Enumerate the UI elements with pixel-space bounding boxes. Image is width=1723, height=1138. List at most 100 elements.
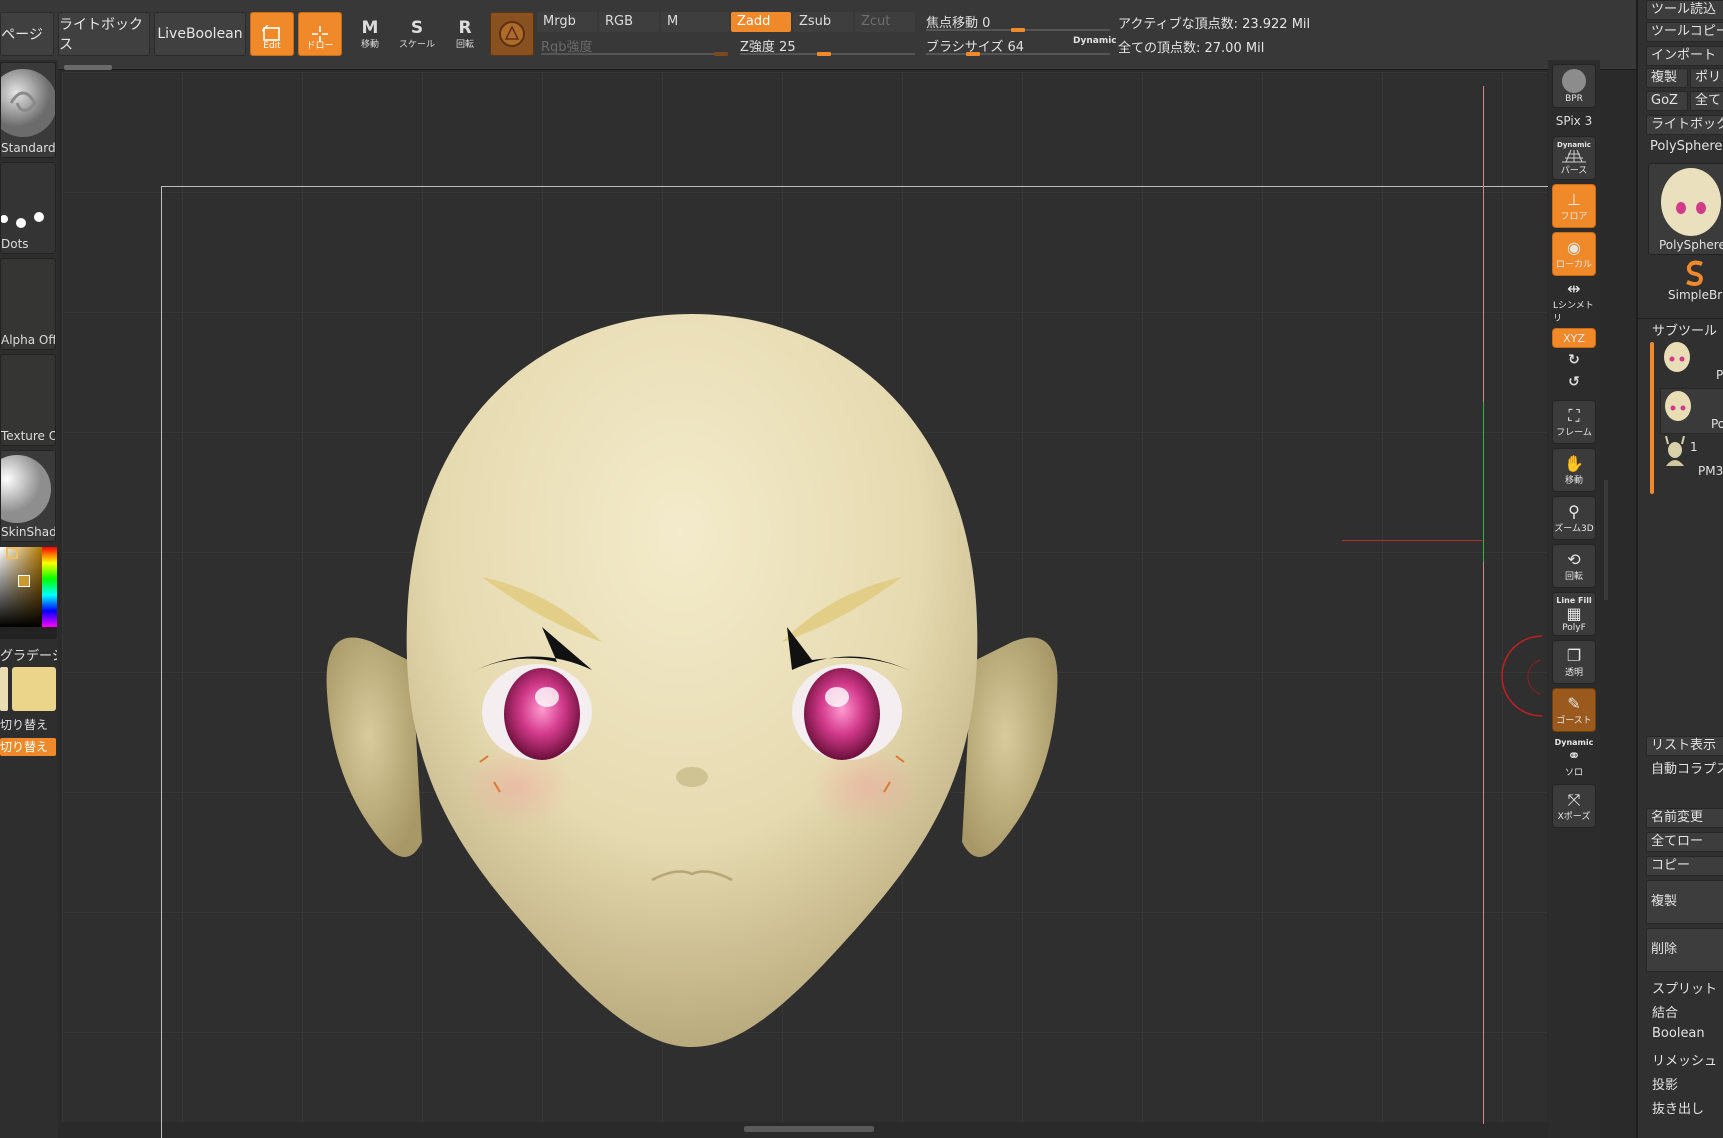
- copy-button[interactable]: コピー: [1646, 856, 1723, 876]
- dots-stroke-icon: [1, 212, 44, 228]
- import-button[interactable]: インポート: [1646, 46, 1723, 66]
- panel-divider: [1638, 318, 1723, 319]
- list-all-button[interactable]: リスト表示: [1646, 736, 1723, 756]
- bottom-tray-handle[interactable]: [744, 1126, 874, 1132]
- xyz-rotate-button[interactable]: XYZ: [1552, 328, 1596, 348]
- boolean-button[interactable]: Boolean: [1652, 1026, 1705, 1041]
- rgb-toggle[interactable]: RGB: [599, 12, 659, 32]
- texture-thumbnail[interactable]: Texture Off: [0, 354, 56, 446]
- color-saturation-field[interactable]: [0, 547, 42, 627]
- extract-button[interactable]: 抜き出し: [1652, 1098, 1704, 1117]
- rgb-intensity-slider[interactable]: [541, 53, 727, 55]
- goz-all-button[interactable]: 全て: [1690, 91, 1723, 111]
- split-button[interactable]: スプリット: [1652, 978, 1717, 997]
- duplicate-button[interactable]: 複製: [1646, 880, 1723, 924]
- secondary-color-swatch[interactable]: [0, 667, 8, 711]
- liveboolean-button[interactable]: LiveBoolean: [154, 12, 246, 56]
- hue-strip[interactable]: [42, 547, 57, 627]
- solo-button[interactable]: Dynamic ⚭ ソロ: [1552, 736, 1596, 780]
- dynamic-toggle[interactable]: Dynamic: [1073, 36, 1117, 46]
- polyf-button[interactable]: Line Fill ▦ PolyF: [1552, 592, 1596, 636]
- zadd-toggle[interactable]: Zadd: [731, 12, 791, 32]
- clone-button[interactable]: 複製: [1646, 68, 1688, 88]
- brush-thumbnail[interactable]: Standard: [0, 62, 56, 158]
- goz-button[interactable]: GoZ: [1646, 91, 1688, 111]
- alternate-button[interactable]: 切り替え: [0, 738, 56, 756]
- lsym-button[interactable]: ⇹ Lシンメトリ: [1552, 279, 1596, 325]
- alpha-thumbnail[interactable]: Alpha Off: [0, 258, 56, 350]
- scale-mode-button[interactable]: S スケール: [395, 12, 439, 56]
- subtool-head-icon: [1665, 391, 1691, 421]
- subtool-item-2[interactable]: Po: [1660, 388, 1723, 434]
- load-tool-button[interactable]: ツール読込: [1646, 0, 1723, 20]
- zcut-toggle[interactable]: Zcut: [855, 12, 915, 32]
- spix-label[interactable]: SPix 3: [1548, 114, 1600, 128]
- y-rotate-icon[interactable]: ↻: [1548, 352, 1600, 368]
- focal-shift-knob[interactable]: [1011, 28, 1025, 32]
- head-shape: [406, 314, 978, 1047]
- merge-button[interactable]: 結合: [1652, 1002, 1678, 1021]
- rotate-view-button[interactable]: ⟲ 回転: [1552, 544, 1596, 588]
- rename-button[interactable]: 名前変更: [1646, 808, 1723, 828]
- standard-brush-icon: [1, 69, 55, 137]
- head-model[interactable]: [292, 222, 1092, 1052]
- local-button[interactable]: ◉ ローカル: [1552, 232, 1596, 276]
- color-cursor[interactable]: [18, 575, 30, 587]
- draw-size-knob[interactable]: [966, 52, 980, 56]
- material-swatch-button[interactable]: [490, 12, 534, 56]
- rotate-mode-button[interactable]: R 回転: [443, 12, 487, 56]
- persp-button[interactable]: Dynamic パース: [1552, 136, 1596, 180]
- strip-scrollbar[interactable]: [1604, 480, 1608, 600]
- frame-button[interactable]: ⛶ フレーム: [1552, 400, 1596, 444]
- project-button[interactable]: 投影: [1652, 1074, 1678, 1093]
- ghost-icon: ✎: [1567, 693, 1581, 713]
- remesh-button[interactable]: リメッシュ: [1652, 1050, 1717, 1069]
- main-color-swatch[interactable]: [12, 667, 56, 711]
- color-marker[interactable]: [6, 547, 18, 559]
- all-low-button[interactable]: 全てロー: [1646, 832, 1723, 852]
- transp-button[interactable]: ❐ 透明: [1552, 640, 1596, 684]
- xpose-button[interactable]: ⤧ Xポーズ: [1552, 784, 1596, 828]
- delete-button[interactable]: 削除: [1646, 928, 1723, 972]
- subtool-scroll-indicator[interactable]: [1650, 342, 1654, 494]
- floor-button[interactable]: ⊥ フロア: [1552, 184, 1596, 228]
- move-mode-button[interactable]: M 移動: [348, 12, 392, 56]
- lightbox-button[interactable]: ライトボックス: [58, 12, 150, 56]
- nose: [676, 767, 708, 787]
- material-thumbnail[interactable]: SkinShade4: [0, 450, 56, 542]
- color-picker[interactable]: [0, 547, 57, 639]
- z-rotate-icon[interactable]: ↺: [1548, 374, 1600, 390]
- home-page-button[interactable]: ページ: [0, 12, 54, 56]
- current-tool-thumbnail[interactable]: PolySphere1: [1648, 163, 1723, 255]
- rgb-intensity-knob[interactable]: [714, 52, 728, 56]
- lsym-icon: ⇹: [1567, 279, 1581, 298]
- copy-tool-button[interactable]: ツールコピー: [1646, 22, 1723, 42]
- polygrid-icon: ▦: [1566, 603, 1582, 623]
- subtool-item-1[interactable]: P: [1660, 340, 1723, 386]
- draw-button[interactable]: ドロー: [298, 12, 342, 56]
- zoom3d-button[interactable]: ⚲ ズーム3D: [1552, 496, 1596, 540]
- bpr-button[interactable]: BPR: [1552, 64, 1596, 108]
- mrgb-toggle[interactable]: Mrgb: [537, 12, 597, 32]
- head-thumbnail-icon: [1661, 168, 1721, 236]
- perspective-grid-icon: [1562, 149, 1586, 162]
- stroke-thumbnail[interactable]: Dots: [0, 162, 56, 254]
- rotate-icon: R: [458, 17, 472, 38]
- m-toggle[interactable]: M: [661, 12, 729, 32]
- edit-button[interactable]: Edit: [250, 12, 294, 56]
- z-intensity-knob[interactable]: [817, 52, 831, 56]
- switch-color-label: 切り替え: [0, 718, 49, 732]
- auto-collapse-button[interactable]: 自動コラプス: [1646, 760, 1723, 780]
- transparency-icon: ❐: [1566, 645, 1582, 665]
- document-canvas[interactable]: [62, 72, 1573, 1138]
- move-view-button[interactable]: ✋ 移動: [1552, 448, 1596, 492]
- subtool-header[interactable]: サブツール: [1652, 320, 1717, 339]
- draw-size-slider[interactable]: [926, 53, 1110, 55]
- simplebrush-tool[interactable]: SimpleBrush: [1646, 258, 1723, 306]
- make-polymesh-button[interactable]: ポリメ: [1690, 68, 1723, 88]
- lightbox-tools-button[interactable]: ライトボックス: [1646, 115, 1723, 135]
- palette-scroll-handle[interactable]: [64, 65, 112, 70]
- ghost-button[interactable]: ✎ ゴースト: [1552, 688, 1596, 732]
- subtool-item-3[interactable]: 1 PM3: [1660, 435, 1723, 482]
- zsub-toggle[interactable]: Zsub: [793, 12, 853, 32]
